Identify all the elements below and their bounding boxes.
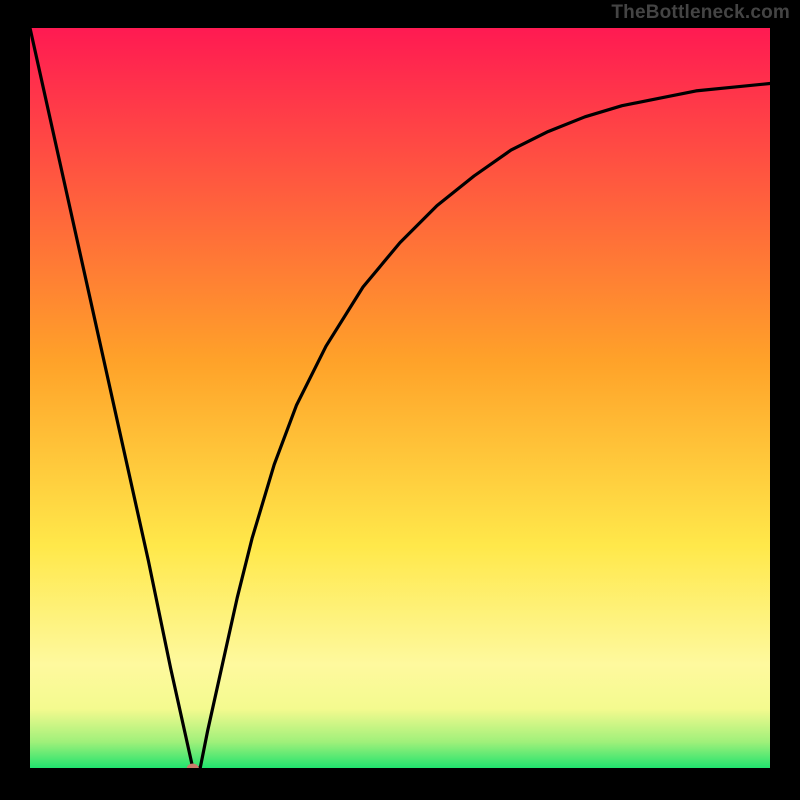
chart-frame: TheBottleneck.com (0, 0, 800, 800)
plot-area (30, 28, 770, 768)
watermark-text: TheBottleneck.com (611, 2, 790, 24)
chart-svg (30, 28, 770, 768)
gradient-background (30, 28, 770, 768)
